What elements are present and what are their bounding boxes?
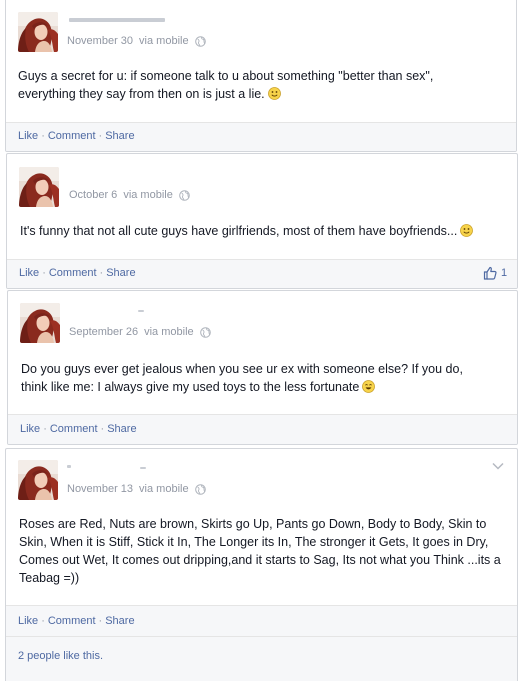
share-link[interactable]: Share <box>106 267 135 279</box>
post-actions: Like · Comment · Share <box>19 267 136 279</box>
post-text: Roses are Red, Nuts are brown, Skirts go… <box>19 517 501 585</box>
avatar[interactable] <box>18 12 58 52</box>
post-actions: Like · Comment · Share <box>18 615 135 627</box>
author-name-redacted-2[interactable] <box>140 467 146 469</box>
author-name-redacted[interactable] <box>67 465 71 468</box>
smile-emoji <box>267 87 281 100</box>
post-date[interactable]: October 6 <box>69 189 117 201</box>
via-mobile: via mobile <box>139 35 189 47</box>
like-link[interactable]: Like <box>18 130 38 142</box>
like-count-value: 1 <box>501 267 508 279</box>
chevron-down-icon[interactable] <box>492 462 504 470</box>
post-4: November 13 via mobile Roses are Red, Nu… <box>5 448 518 681</box>
comment-link[interactable]: Comment <box>49 267 97 279</box>
via-mobile: via mobile <box>139 483 189 495</box>
thumbs-up-icon <box>483 266 497 280</box>
share-link[interactable]: Share <box>107 423 136 435</box>
like-link[interactable]: Like <box>19 267 39 279</box>
post-meta: November 13 via mobile <box>67 483 206 495</box>
post-date[interactable]: November 13 <box>67 483 133 495</box>
avatar[interactable] <box>18 460 58 500</box>
post-text: Guys a secret for u: if someone talk to … <box>18 69 434 101</box>
post-text: It's funny that not all cute guys have g… <box>20 222 510 240</box>
comment-link[interactable]: Comment <box>48 615 96 627</box>
profile-photo <box>18 12 58 52</box>
post-meta: September 26 via mobile <box>69 326 211 338</box>
author-name-redacted[interactable] <box>138 310 144 312</box>
avatar[interactable] <box>20 303 60 343</box>
globe-icon[interactable] <box>179 189 190 201</box>
profile-photo <box>18 460 58 500</box>
globe-icon[interactable] <box>194 35 206 47</box>
post-date[interactable]: November 30 <box>67 35 133 47</box>
post-3: September 26 via mobile Do you guys ever… <box>7 290 518 445</box>
likes-summary[interactable]: 2 people like this. <box>18 650 103 662</box>
globe-icon[interactable] <box>194 483 206 495</box>
globe-icon[interactable] <box>199 326 211 338</box>
smile-emoji <box>460 224 474 237</box>
post-1: November 30 via mobile Guys a secret for… <box>5 0 517 152</box>
comment-link[interactable]: Comment <box>48 130 96 142</box>
profile-photo <box>19 167 59 207</box>
like-link[interactable]: Like <box>20 423 40 435</box>
comment-link[interactable]: Comment <box>50 423 98 435</box>
like-link[interactable]: Like <box>18 615 38 627</box>
post-text: Do you guys ever get jealous when you se… <box>21 362 463 394</box>
via-mobile: via mobile <box>144 326 194 338</box>
share-link[interactable]: Share <box>105 615 134 627</box>
post-date[interactable]: September 26 <box>69 326 138 338</box>
like-count[interactable]: 1 <box>483 266 507 280</box>
author-name-redacted[interactable] <box>69 18 165 22</box>
post-meta: October 6 via mobile <box>69 189 190 201</box>
post-actions: Like · Comment · Share <box>18 130 135 142</box>
post-meta: November 30 via mobile <box>67 35 206 47</box>
post-actions: Like · Comment · Share <box>20 423 137 435</box>
share-link[interactable]: Share <box>105 130 134 142</box>
divider <box>6 636 517 637</box>
happy-emoji <box>362 380 376 393</box>
via-mobile: via mobile <box>123 189 173 201</box>
profile-photo <box>20 303 60 343</box>
post-2: October 6 via mobile It's funny that not… <box>6 153 518 289</box>
avatar[interactable] <box>19 167 59 207</box>
